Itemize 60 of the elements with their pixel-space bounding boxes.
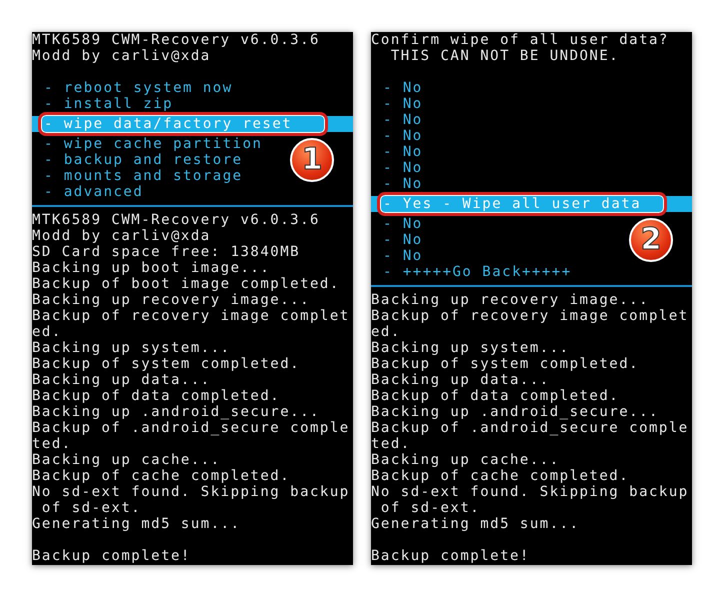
log-line: Backing up data... [371,372,551,388]
menu-item[interactable]: - install zip [32,96,174,112]
log-line: ted. [32,436,73,452]
log-line: Backup of cache completed. [32,468,292,484]
menu-item[interactable]: - +++++Go Back+++++ [371,264,572,280]
log-line: of sd-ext. [380,500,482,516]
log-line: ed. [371,324,402,340]
step-number-badge: 1 [290,138,334,182]
menu-item[interactable]: - No [371,248,423,264]
log-line: Backing up .android_secure... [32,404,321,420]
log-line: Modd by carliv@xda [32,228,212,244]
log-line: Backing up cache... [32,452,222,468]
menu-item[interactable]: - mounts and storage [32,168,243,184]
menu-item[interactable]: - No [371,216,423,232]
menu-item[interactable]: - No [371,96,423,112]
log-line: Backup of recovery image complet [371,308,690,324]
log-line: Backing up boot image... [32,260,272,276]
menu-item[interactable]: - backup and restore [32,152,243,168]
log-line: Backing up system... [32,340,232,356]
log-line: Backup of recovery image complet [32,308,351,324]
header-text: MTK6589 CWM-Recovery v6.0.3.6 [32,32,320,48]
log-line: Generating md5 sum... [371,516,581,532]
log-line: Backup complete! [371,548,531,564]
header-text: Modd by carliv@xda [32,48,211,64]
log-line: Backing up recovery image... [32,292,312,308]
menu-item[interactable]: - reboot system now [32,80,233,96]
log-line: Backing up cache... [371,452,561,468]
log-line: Backup of .android_secure comple [371,420,690,436]
log-line: Generating md5 sum... [32,516,242,532]
log-line: SD Card space free: 13840MB [32,244,302,260]
log-line: of sd-ext. [40,500,142,516]
menu-item[interactable]: - advanced [32,184,144,200]
log-line: Backing up .android_secure... [371,404,660,420]
log-line: No sd-ext found. Skipping backup [32,484,351,500]
menu-item[interactable]: - No [371,144,423,160]
menu-item[interactable]: - No [371,128,423,144]
log-line: ted. [371,436,412,452]
log-line: Backup of boot image completed. [32,276,341,292]
menu-item[interactable]: - wipe cache partition [32,136,262,152]
log-line: ed. [32,324,63,340]
log-line: Backup of data completed. [371,388,620,404]
log-line: Backup of .android_secure comple [32,420,351,436]
log-line: Backup of data completed. [32,388,282,404]
header-text: Confirm wipe of all user data? [371,32,669,48]
log-line: Backing up data... [32,372,212,388]
menu-item[interactable]: - No [371,232,423,248]
menu-item[interactable]: - No [371,176,423,192]
log-line: Backup of system completed. [371,356,640,372]
header-text: THIS CAN NOT BE UNDONE. [390,48,620,64]
log-line: Backing up system... [371,340,571,356]
log-line: MTK6589 CWM-Recovery v6.0.3.6 [32,212,321,228]
log-line: No sd-ext found. Skipping backup [371,484,690,500]
log-line: Backing up recovery image... [371,292,650,308]
menu-item[interactable]: - No [371,160,423,176]
log-line: Backup of cache completed. [371,468,630,484]
menu-item[interactable]: - No [371,112,423,128]
log-line: Backup complete! [32,548,192,564]
step-number-badge: 2 [629,218,673,262]
menu-item[interactable]: - No [371,80,423,96]
log-line: Backup of system completed. [32,356,302,372]
